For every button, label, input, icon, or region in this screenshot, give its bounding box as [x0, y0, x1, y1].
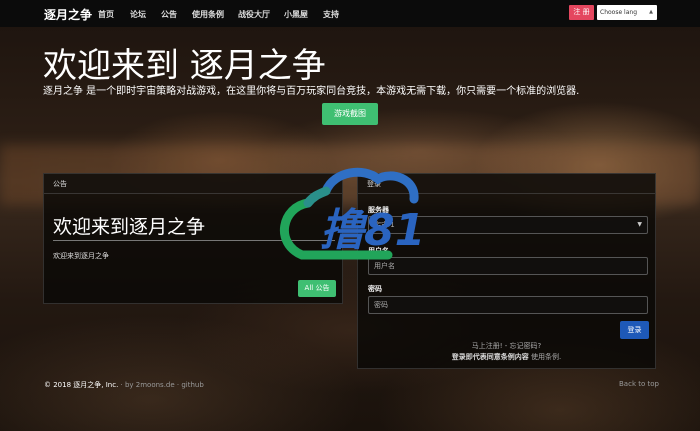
password-input[interactable]: 密码	[368, 296, 648, 314]
all-announcements-button[interactable]: All 公告	[298, 280, 336, 297]
top-navbar: 逐月之争 首页 论坛 公告 使用条例 战役大厅 小黑屋 支持 注 册 Choos…	[0, 0, 700, 27]
nav-support[interactable]: 支持	[323, 9, 339, 20]
credit-text: · by 2moons.de ·	[118, 381, 182, 389]
terms-notice: 登录即代表同意条例内容 使用条例.	[358, 352, 655, 362]
watermark-text: 撸81	[320, 205, 425, 256]
announcement-title: 欢迎来到逐月之争	[53, 216, 206, 238]
page-subtitle: 逐月之争 是一个即时宇宙策略对战游戏，在这里你将与百万玩家同台竞技，本游戏无需下…	[43, 86, 580, 97]
account-links: 马上注册! - 忘记密码?	[358, 341, 655, 351]
page-title: 欢迎来到 逐月之争	[43, 46, 326, 86]
nav-banlist[interactable]: 小黑屋	[284, 9, 308, 20]
footer-copyright: © 2018 逐月之争, Inc. · by 2moons.de · githu…	[44, 380, 204, 390]
brand-logo[interactable]: 逐月之争	[44, 6, 92, 23]
announcement-text: 欢迎来到逐月之争	[53, 252, 109, 260]
terms-text: 登录即代表同意条例内容	[451, 353, 529, 361]
register-link[interactable]: 马上注册!	[472, 342, 503, 350]
language-select[interactable]: Choose lang ▲	[597, 5, 657, 20]
language-select-value: Choose lang	[600, 9, 638, 16]
terms-link[interactable]: 使用条例.	[529, 353, 561, 361]
nav-rules[interactable]: 使用条例	[192, 9, 224, 20]
password-label: 密码	[368, 285, 382, 293]
nav-news[interactable]: 公告	[161, 9, 177, 20]
password-placeholder: 密码	[374, 301, 388, 309]
link-separator: -	[502, 342, 510, 350]
nav-home[interactable]: 首页	[98, 9, 114, 20]
back-to-top-link[interactable]: Back to top	[619, 380, 659, 388]
login-button[interactable]: 登录	[620, 321, 649, 339]
chevron-down-icon: ▼	[637, 221, 642, 228]
copyright-text: © 2018 逐月之争, Inc.	[44, 381, 119, 389]
forgot-password-link[interactable]: 忘记密码?	[510, 342, 542, 350]
chevron-down-icon: ▲	[649, 9, 653, 15]
github-link[interactable]: github	[181, 381, 203, 389]
watermark-logo: 撸81	[280, 167, 425, 260]
nav-battle-hall[interactable]: 战役大厅	[238, 9, 270, 20]
nav-forum[interactable]: 论坛	[130, 9, 146, 20]
register-button[interactable]: 注 册	[569, 5, 594, 20]
screenshots-button[interactable]: 游戏截图	[322, 103, 378, 125]
